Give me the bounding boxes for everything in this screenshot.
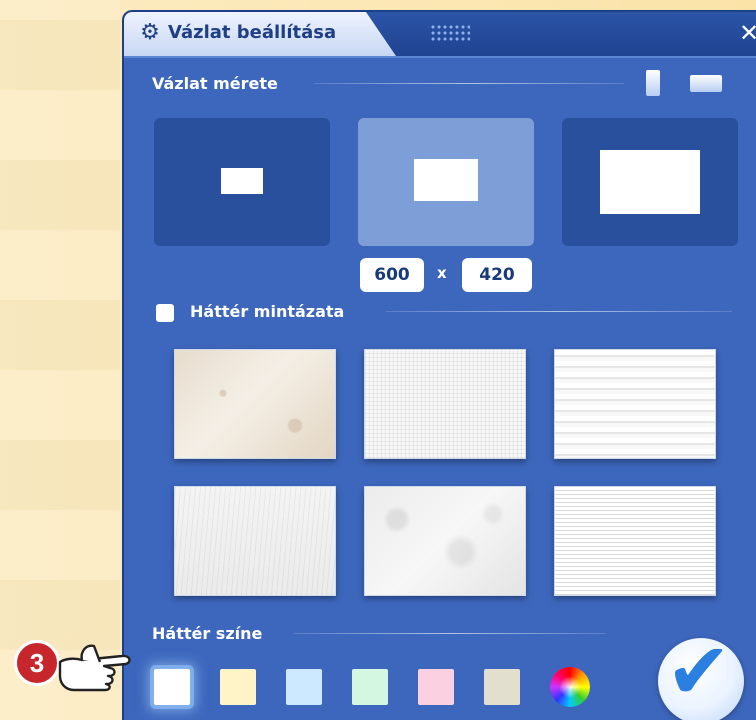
- size-preview-large: [600, 150, 700, 214]
- pattern-stripes[interactable]: [554, 349, 716, 459]
- page-background: [0, 0, 120, 720]
- color-swatch-blue[interactable]: [286, 669, 322, 705]
- color-swatch-pink[interactable]: [418, 669, 454, 705]
- dimension-separator: x: [437, 264, 447, 282]
- width-field[interactable]: 600: [360, 258, 424, 292]
- pattern-lines[interactable]: [554, 486, 716, 596]
- section-label-color: Háttér színe: [152, 624, 263, 643]
- color-swatch-green[interactable]: [352, 669, 388, 705]
- grip-icon[interactable]: [430, 24, 470, 42]
- size-option-large[interactable]: [562, 118, 738, 246]
- size-preview-medium: [414, 159, 478, 201]
- close-icon[interactable]: ✕: [734, 18, 756, 48]
- dialog-content: Vázlat mérete 600 x 420 Háttér mintázata…: [124, 56, 756, 720]
- pattern-checkbox[interactable]: [156, 304, 174, 322]
- pointing-hand-icon: [58, 644, 131, 692]
- pattern-crumpled[interactable]: [364, 486, 526, 596]
- section-label-pattern: Háttér mintázata: [190, 302, 345, 321]
- color-swatch-beige[interactable]: [484, 669, 520, 705]
- section-divider: [386, 311, 732, 312]
- size-option-medium[interactable]: [358, 118, 534, 246]
- pattern-canvas[interactable]: [364, 349, 526, 459]
- size-option-small[interactable]: [154, 118, 330, 246]
- ok-button[interactable]: ✔: [658, 632, 744, 720]
- pattern-old-paper[interactable]: [174, 349, 336, 459]
- section-label-size: Vázlat mérete: [152, 74, 278, 93]
- dialog-title: Vázlat beállítása: [168, 22, 337, 43]
- height-field[interactable]: 420: [462, 258, 532, 292]
- color-swatch-white[interactable]: [154, 669, 190, 705]
- portrait-icon[interactable]: [646, 70, 660, 96]
- gear-icon: ⚙: [140, 20, 160, 45]
- section-divider: [314, 83, 624, 84]
- sketch-settings-dialog: ⚙ Vázlat beállítása ✕ Vázlat mérete 600 …: [122, 10, 756, 720]
- size-preview-small: [221, 168, 263, 194]
- titlebar: ⚙ Vázlat beállítása ✕: [124, 12, 756, 56]
- color-wheel-icon[interactable]: [550, 667, 590, 707]
- section-divider: [294, 633, 606, 634]
- check-icon: ✔: [666, 627, 732, 717]
- step-badge: 3: [14, 640, 60, 686]
- pattern-fiber[interactable]: [174, 486, 336, 596]
- landscape-icon[interactable]: [690, 75, 722, 92]
- color-swatch-yellow[interactable]: [220, 669, 256, 705]
